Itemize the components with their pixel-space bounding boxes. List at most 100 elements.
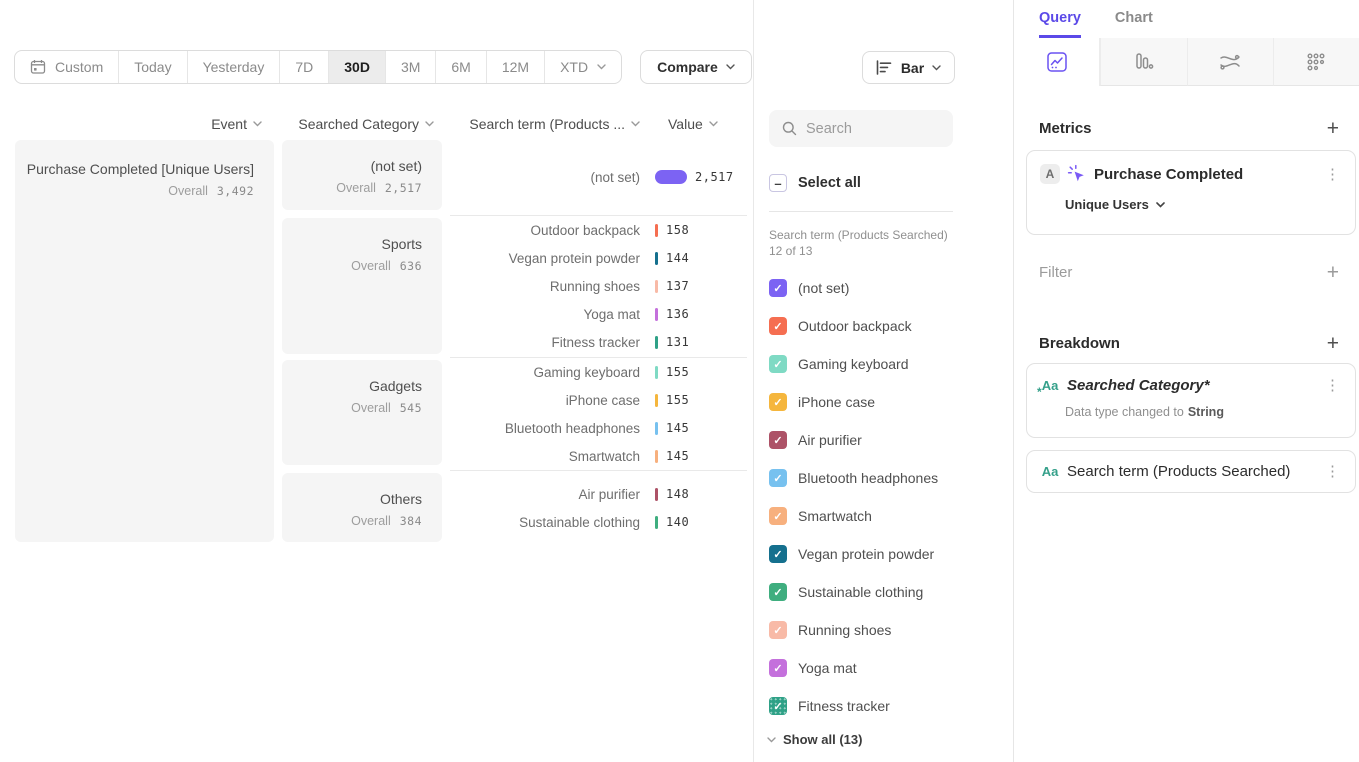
column-header-searched-category[interactable]: Searched Category — [298, 116, 434, 132]
select-all-checkbox[interactable]: – — [769, 174, 787, 192]
date-range-6m[interactable]: 6M — [436, 51, 486, 83]
bar-row: Vegan protein powder 144 — [450, 244, 747, 272]
series-item[interactable]: ✓ Outdoor backpack — [769, 317, 912, 335]
chevron-down-icon — [767, 737, 776, 743]
series-item[interactable]: ✓ Vegan protein powder — [769, 545, 934, 563]
measurement-dropdown[interactable]: Unique Users — [1065, 197, 1355, 226]
value-bar — [655, 516, 658, 529]
series-item[interactable]: ✓ iPhone case — [769, 393, 875, 411]
tab-flows[interactable] — [1187, 38, 1273, 86]
group-divider — [450, 470, 747, 471]
select-all-row[interactable]: – Select all — [769, 174, 861, 192]
series-item[interactable]: ✓ Fitness tracker — [769, 697, 890, 715]
chevron-down-icon — [597, 64, 606, 70]
value-bar — [655, 224, 658, 237]
series-checkbox[interactable]: ✓ — [769, 317, 787, 335]
kebab-menu-icon[interactable]: ⋮ — [1322, 378, 1343, 393]
chevron-down-icon — [253, 121, 262, 127]
add-breakdown-button[interactable]: + — [1327, 333, 1339, 354]
query-panel-tabs: Query Chart — [1014, 0, 1359, 38]
chevron-down-icon — [425, 121, 434, 127]
bar-row: Outdoor backpack 158 — [450, 216, 747, 244]
series-checkbox[interactable]: ✓ — [769, 469, 787, 487]
bar-row: iPhone case 155 — [450, 386, 747, 414]
bar-row: Air purifier 148 — [450, 480, 747, 508]
series-item[interactable]: ✓ Gaming keyboard — [769, 355, 909, 373]
kebab-menu-icon[interactable]: ⋮ — [1322, 167, 1343, 182]
value-bar — [655, 336, 658, 349]
value-bar — [655, 394, 658, 407]
category-name: Others — [282, 491, 422, 507]
tab-query[interactable]: Query — [1039, 10, 1081, 38]
add-filter-button[interactable]: + — [1327, 262, 1339, 283]
kebab-menu-icon[interactable]: ⋮ — [1322, 464, 1343, 479]
breakdown-section-header: Breakdown + — [1039, 333, 1339, 354]
series-item[interactable]: ✓ (not set) — [769, 279, 849, 297]
tab-funnels[interactable] — [1100, 38, 1186, 86]
date-range-30d[interactable]: 30D — [329, 51, 386, 83]
report-type-tabs — [1014, 38, 1359, 86]
tab-chart[interactable]: Chart — [1115, 10, 1153, 38]
date-range-3m[interactable]: 3M — [386, 51, 436, 83]
column-header-event[interactable]: Event — [211, 116, 262, 132]
search-input[interactable] — [806, 121, 940, 137]
series-checkbox[interactable]: ✓ — [769, 279, 787, 297]
series-checkbox[interactable]: ✓ — [769, 697, 787, 715]
series-checkbox[interactable]: ✓ — [769, 545, 787, 563]
date-range-today[interactable]: Today — [119, 51, 187, 83]
value-bar — [655, 280, 658, 293]
column-header-value[interactable]: Value — [668, 116, 718, 132]
metric-letter-badge: A — [1040, 164, 1060, 184]
bar-row: (not set) 2,517 — [450, 163, 747, 191]
series-checkbox[interactable]: ✓ — [769, 393, 787, 411]
series-checkbox[interactable]: ✓ — [769, 659, 787, 677]
column-header-search-term[interactable]: Search term (Products ... — [469, 116, 640, 132]
value-bar — [655, 422, 658, 435]
chevron-down-icon — [709, 121, 718, 127]
series-item[interactable]: ✓ Yoga mat — [769, 659, 857, 677]
series-checkbox[interactable]: ✓ — [769, 583, 787, 601]
series-checkbox[interactable]: ✓ — [769, 621, 787, 639]
bar-row: Yoga mat 136 — [450, 300, 747, 328]
metric-event-name[interactable]: Purchase Completed — [1094, 166, 1315, 183]
series-item[interactable]: ✓ Sustainable clothing — [769, 583, 923, 601]
value-bar — [655, 366, 658, 379]
series-checkbox[interactable]: ✓ — [769, 507, 787, 525]
event-name: Purchase Completed [Unique Users] — [15, 161, 254, 177]
tab-retention[interactable] — [1273, 38, 1359, 86]
date-range-xtd[interactable]: XTD — [545, 51, 621, 83]
date-range-label: Custom — [55, 59, 103, 75]
value-bar — [655, 170, 687, 184]
string-property-icon: Aa — [1040, 464, 1060, 479]
category-name: Gadgets — [282, 378, 422, 394]
value-bar — [655, 308, 658, 321]
breakdown-property-name[interactable]: Searched Category* — [1067, 377, 1315, 394]
bar-row: Gaming keyboard 155 — [450, 358, 747, 386]
breakdown-property-name[interactable]: Search term (Products Searched) — [1067, 463, 1315, 480]
string-property-icon: Aa* — [1040, 378, 1060, 393]
date-range-custom[interactable]: Custom — [15, 51, 119, 83]
series-checkbox[interactable]: ✓ — [769, 431, 787, 449]
series-checkbox[interactable]: ✓ — [769, 355, 787, 373]
show-all-toggle[interactable]: Show all (13) — [767, 732, 862, 747]
add-metric-button[interactable]: + — [1327, 118, 1339, 139]
funnel-bars-icon — [1133, 51, 1155, 73]
compare-button[interactable]: Compare — [640, 50, 752, 84]
tab-insights[interactable] — [1014, 38, 1100, 86]
chevron-down-icon — [1156, 202, 1165, 208]
event-cell: Purchase Completed [Unique Users] Overal… — [15, 140, 274, 542]
series-item[interactable]: ✓ Running shoes — [769, 621, 891, 639]
date-range-12m[interactable]: 12M — [487, 51, 545, 83]
series-filter-panel: – Select all Search term (Products Searc… — [753, 0, 1013, 762]
series-search — [769, 110, 953, 147]
divider — [769, 211, 953, 212]
query-panel: Query Chart Metrics + A Purchase Complet… — [1013, 0, 1359, 762]
value-bar — [655, 488, 658, 501]
series-item[interactable]: ✓ Air purifier — [769, 431, 862, 449]
series-item[interactable]: ✓ Bluetooth headphones — [769, 469, 938, 487]
category-cell: (not set) Overall2,517 — [282, 140, 442, 210]
date-range-yesterday[interactable]: Yesterday — [188, 51, 281, 83]
series-item[interactable]: ✓ Smartwatch — [769, 507, 872, 525]
date-range-toolbar: Custom Today Yesterday 7D 30D 3M 6M 12M … — [14, 50, 752, 84]
date-range-7d[interactable]: 7D — [280, 51, 329, 83]
